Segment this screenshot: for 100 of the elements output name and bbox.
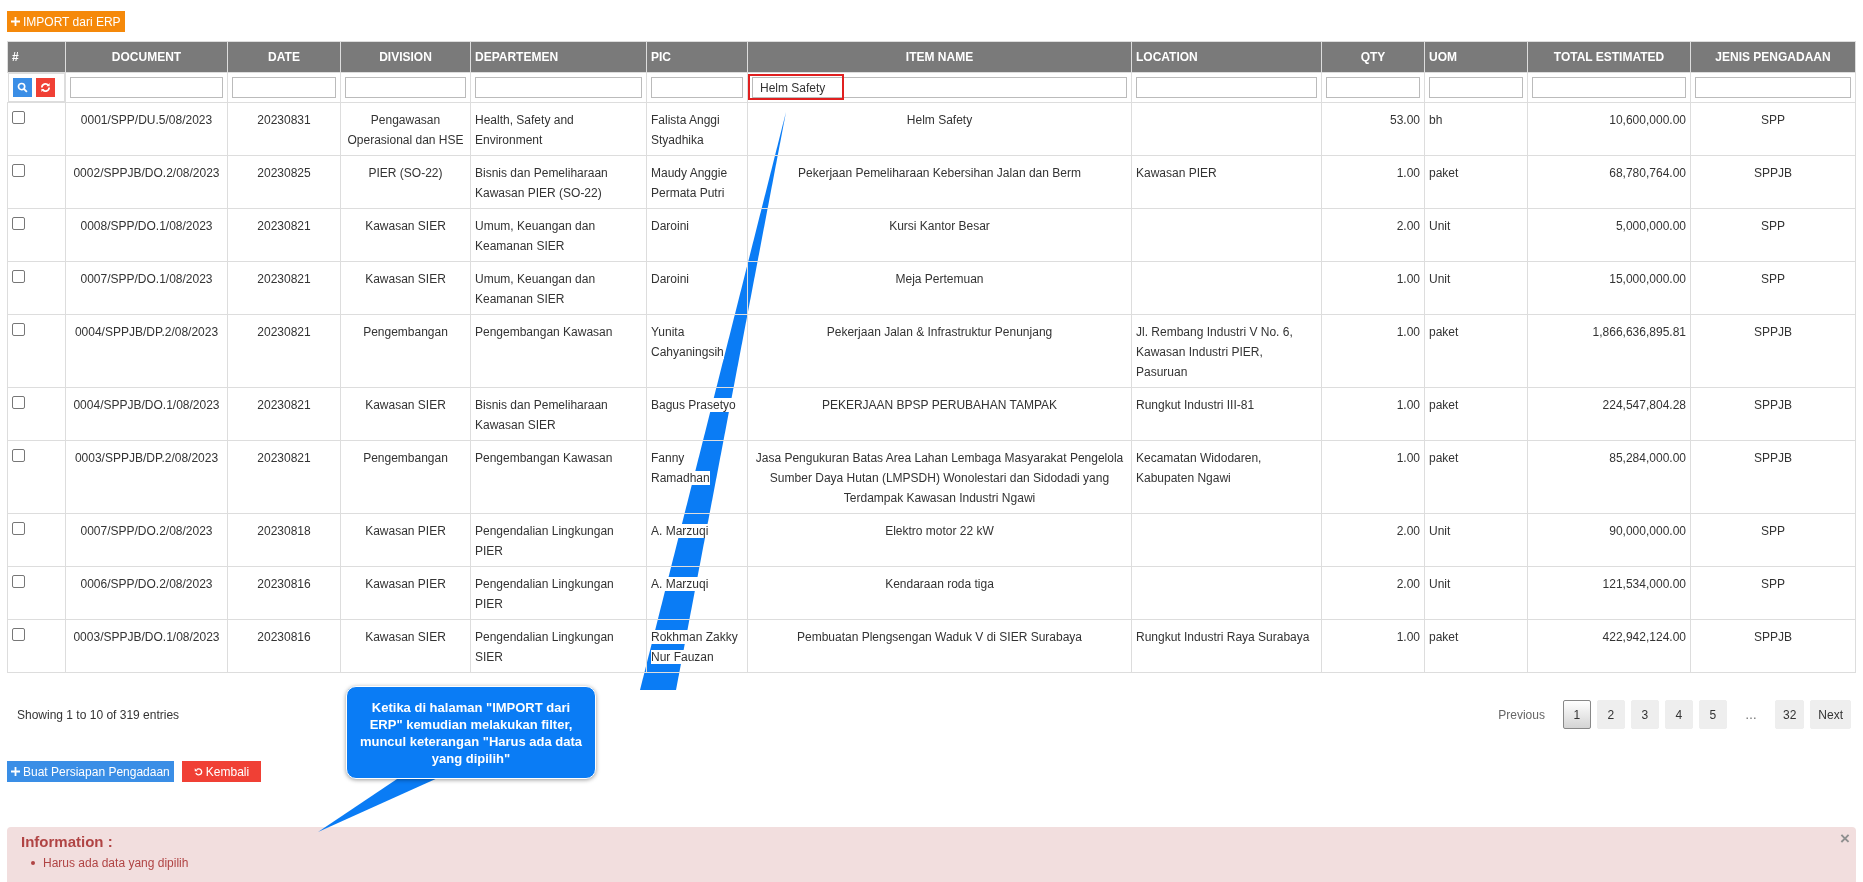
table-cell: Pengembangan Kawasan	[470, 440, 647, 514]
filter-field[interactable]	[232, 77, 336, 98]
column-header[interactable]: TOTAL ESTIMATED	[1527, 41, 1691, 73]
table-cell: 85,284,000.00	[1527, 440, 1691, 514]
table-cell: 0008/SPP/DO.1/08/2023	[65, 208, 228, 262]
row-checkbox[interactable]	[12, 111, 25, 124]
column-header[interactable]: PIC	[646, 41, 748, 73]
filter-field[interactable]	[1695, 77, 1851, 98]
table-cell: 20230821	[227, 208, 341, 262]
row-checkbox[interactable]	[12, 575, 25, 588]
column-header[interactable]: DIVISION	[340, 41, 471, 73]
column-header[interactable]: DEPARTEMEN	[470, 41, 647, 73]
row-checkbox[interactable]	[12, 323, 25, 336]
table-cell: 1,866,636,895.81	[1527, 314, 1691, 388]
table-cell: Pengendalian Lingkungan PIER	[470, 566, 647, 620]
filter-field[interactable]	[1532, 77, 1686, 98]
back-button[interactable]: Kembali	[181, 761, 262, 782]
alert-message: Harus ada data yang dipilih	[43, 856, 189, 870]
table-cell: Pembuatan Plengsengan Waduk V di SIER Surabaya	[747, 619, 1132, 673]
table-cell: Kawasan SIER	[340, 619, 471, 673]
column-header[interactable]: QTY	[1321, 41, 1425, 73]
table-cell: 20230821	[227, 440, 341, 514]
table-cell: SPP	[1690, 208, 1856, 262]
table-cell: 1.00	[1321, 261, 1425, 315]
page-button[interactable]: 5	[1698, 700, 1727, 729]
table-cell: Daroini	[646, 208, 748, 262]
row-checkbox[interactable]	[12, 164, 25, 177]
filter-field[interactable]	[345, 77, 466, 98]
table-cell: 0004/SPPJB/DO.1/08/2023	[65, 387, 228, 441]
row-checkbox[interactable]	[12, 217, 25, 230]
plus-icon	[11, 767, 20, 776]
page-button[interactable]: 32	[1774, 700, 1805, 729]
column-header[interactable]: #	[7, 41, 66, 73]
search-button[interactable]	[12, 78, 32, 97]
row-checkbox[interactable]	[12, 270, 25, 283]
table-cell: Kawasan PIER	[340, 513, 471, 567]
table-cell: paket	[1424, 440, 1528, 514]
page-button[interactable]: 2	[1596, 700, 1625, 729]
table-cell: SPPJB	[1690, 155, 1856, 209]
table-cell: 10,600,000.00	[1527, 102, 1691, 156]
table-cell: SPP	[1690, 513, 1856, 567]
filter-field[interactable]	[1136, 77, 1317, 98]
table-cell: Rungkut Industri Raya Surabaya	[1131, 619, 1322, 673]
row-checkbox[interactable]	[12, 396, 25, 409]
table-cell: Falista Anggi Styadhika	[646, 102, 748, 156]
table-cell: Elektro motor 22 kW	[747, 513, 1132, 567]
table-cell: paket	[1424, 314, 1528, 388]
column-header[interactable]: DATE	[227, 41, 341, 73]
filter-field[interactable]: Helm Safety	[752, 77, 1127, 98]
import-button[interactable]: IMPORT dari ERP	[7, 11, 125, 32]
table-cell: SPPJB	[1690, 619, 1856, 673]
table-cell: 20230821	[227, 387, 341, 441]
column-header[interactable]: UOM	[1424, 41, 1528, 73]
table-cell: Kawasan PIER	[1131, 155, 1322, 209]
table-cell: 0002/SPPJB/DO.2/08/2023	[65, 155, 228, 209]
table-cell: 0001/SPP/DU.5/08/2023	[65, 102, 228, 156]
column-header[interactable]: ITEM NAME	[747, 41, 1132, 73]
table-cell: 224,547,804.28	[1527, 387, 1691, 441]
table-cell: SPP	[1690, 566, 1856, 620]
table-cell: SPPJB	[1690, 314, 1856, 388]
table-cell: 15,000,000.00	[1527, 261, 1691, 315]
table-cell: Kecamatan Widodaren, Kabupaten Ngawi	[1131, 440, 1322, 514]
filter-field[interactable]	[70, 77, 223, 98]
table-cell: 20230831	[227, 102, 341, 156]
create-button[interactable]: Buat Persiapan Pengadaan	[7, 761, 174, 782]
reset-button[interactable]	[35, 78, 55, 97]
page-button[interactable]: 1	[1562, 700, 1591, 729]
row-checkbox[interactable]	[12, 449, 25, 462]
table-cell: Pengawasan Operasional dan HSE	[340, 102, 471, 156]
filter-field[interactable]	[475, 77, 642, 98]
undo-icon	[193, 767, 203, 776]
filter-field[interactable]	[651, 77, 743, 98]
filter-field[interactable]	[1429, 77, 1523, 98]
column-header[interactable]: LOCATION	[1131, 41, 1322, 73]
close-button[interactable]: ×	[1840, 829, 1850, 849]
column-header[interactable]: JENIS PENGADAAN	[1690, 41, 1856, 73]
row-checkbox[interactable]	[12, 628, 25, 641]
page-button[interactable]: Next	[1810, 700, 1851, 729]
table-cell: Helm Safety	[747, 102, 1132, 156]
table-cell: Pengendalian Lingkungan PIER	[470, 513, 647, 567]
plus-icon	[11, 17, 20, 26]
page-button[interactable]: 3	[1630, 700, 1659, 729]
table-cell: Pengembangan	[340, 314, 471, 388]
refresh-icon	[39, 82, 51, 93]
table-cell: 20230821	[227, 261, 341, 315]
table-cell: 1.00	[1321, 440, 1425, 514]
page-button[interactable]: 4	[1664, 700, 1693, 729]
table-cell: 0003/SPPJB/DO.1/08/2023	[65, 619, 228, 673]
table-cell: 1.00	[1321, 314, 1425, 388]
table-cell: 0007/SPP/DO.2/08/2023	[65, 513, 228, 567]
filter-field[interactable]	[1326, 77, 1420, 98]
table-cell: SPPJB	[1690, 387, 1856, 441]
table-cell: Kawasan SIER	[340, 261, 471, 315]
row-checkbox[interactable]	[12, 522, 25, 535]
table-cell: 1.00	[1321, 155, 1425, 209]
table-cell: Health, Safety and Environment	[470, 102, 647, 156]
column-header[interactable]: DOCUMENT	[65, 41, 228, 73]
table-cell: SPP	[1690, 261, 1856, 315]
table-cell: PIER (SO-22)	[340, 155, 471, 209]
table-cell: Umum, Keuangan dan Keamanan SIER	[470, 208, 647, 262]
